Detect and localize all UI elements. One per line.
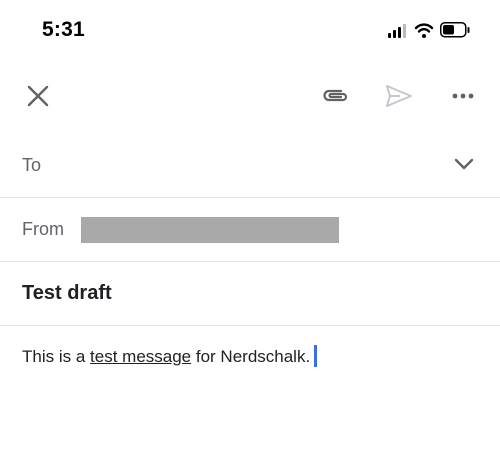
- close-icon: [27, 85, 49, 107]
- attach-button[interactable]: [316, 70, 356, 122]
- text-cursor: [314, 345, 318, 367]
- status-icons: [388, 21, 478, 39]
- body-text[interactable]: This is a test message for Nerdschalk.: [22, 345, 318, 367]
- chevron-down-icon[interactable]: [452, 152, 476, 176]
- body-text-end: for Nerdschalk.: [191, 347, 311, 366]
- message-body[interactable]: This is a test message for Nerdschalk.: [0, 326, 500, 455]
- more-options-button[interactable]: [446, 70, 480, 122]
- wifi-icon: [414, 23, 434, 38]
- body-text-start: This is a: [22, 347, 91, 366]
- subject-row[interactable]: Test draft: [0, 262, 500, 326]
- from-label: From: [22, 219, 64, 239]
- battery-icon: [440, 22, 470, 38]
- to-label: To: [22, 155, 42, 175]
- from-address-redacted: [81, 217, 339, 243]
- send-icon: [386, 85, 412, 107]
- paperclip-icon: [323, 89, 348, 102]
- more-horizontal-icon: [452, 93, 474, 99]
- status-time: 5:31: [42, 18, 85, 41]
- subject-field[interactable]: Test draft: [22, 282, 112, 305]
- signal-icon: [388, 24, 406, 38]
- body-underlined-text[interactable]: test message: [90, 347, 191, 366]
- status-bar: 5:31: [0, 0, 500, 60]
- to-row[interactable]: To: [0, 130, 500, 198]
- compose-toolbar: [0, 70, 500, 122]
- send-button[interactable]: [380, 70, 418, 122]
- close-button[interactable]: [20, 70, 56, 122]
